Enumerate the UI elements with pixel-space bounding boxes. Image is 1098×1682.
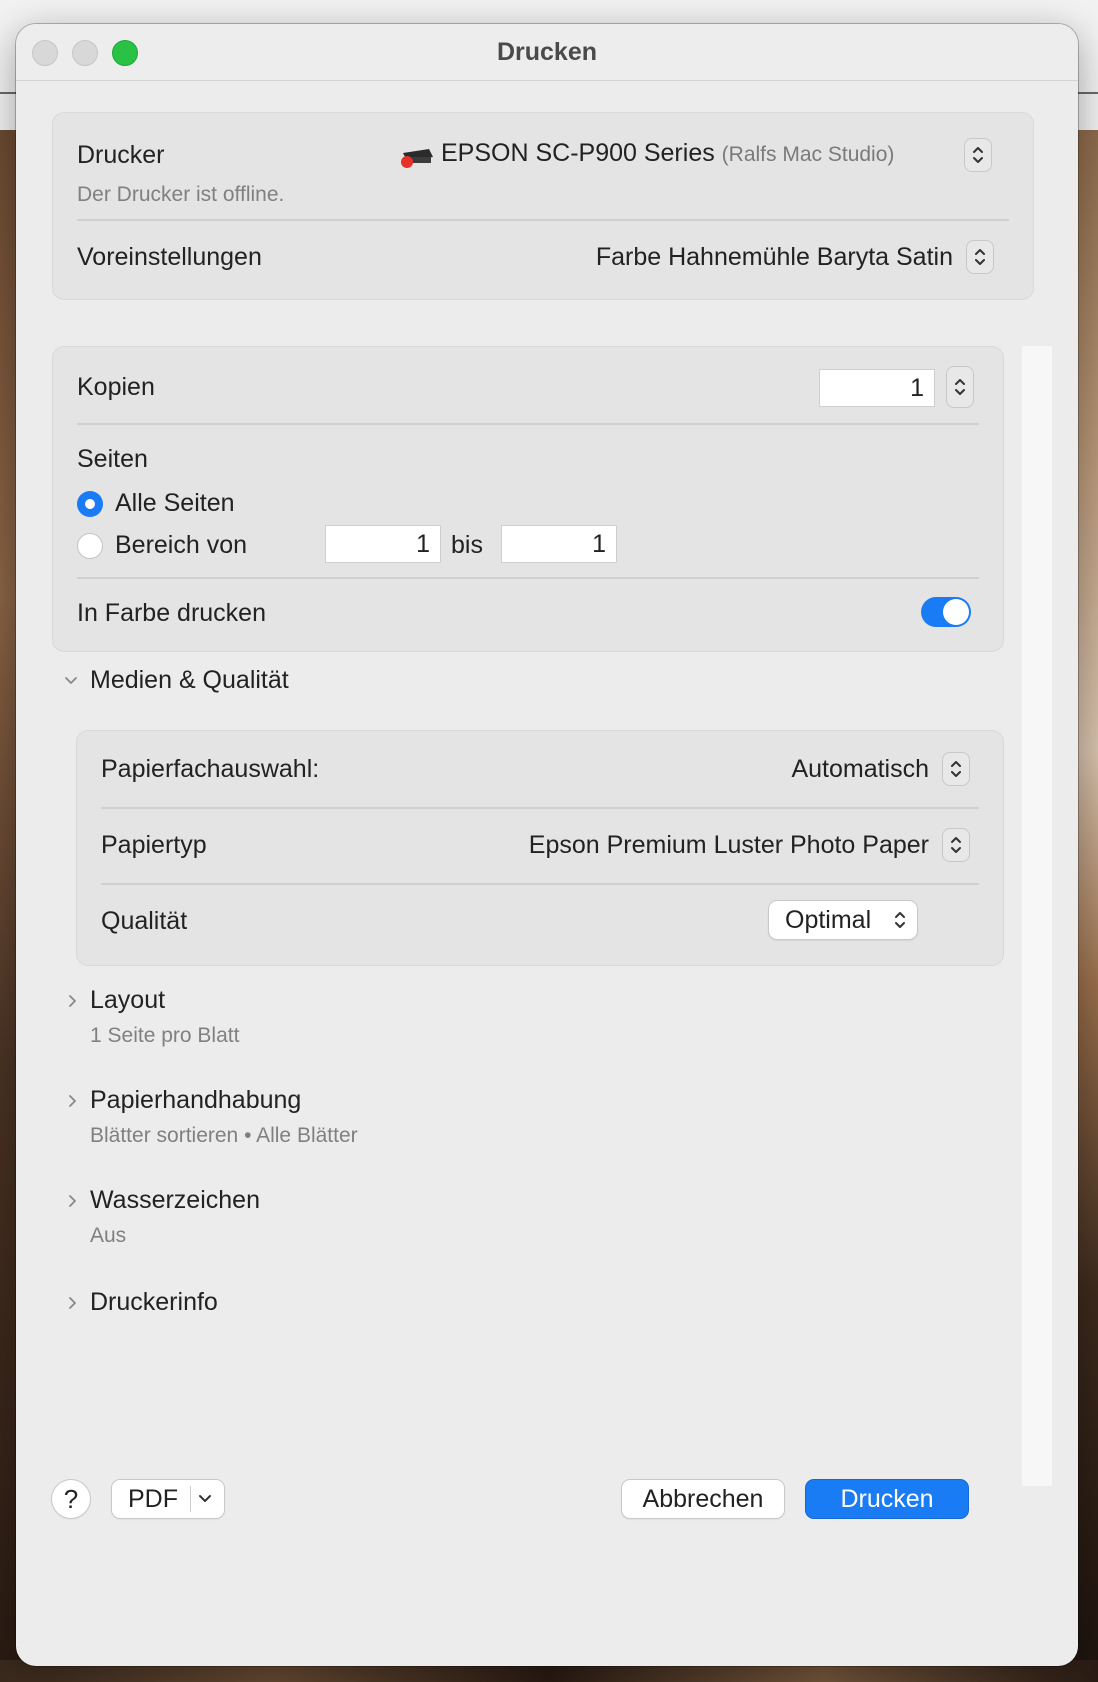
watermark-disclosure[interactable]: Wasserzeichen Aus: [62, 1186, 562, 1256]
print-dialog: Drucken Drucker EPSON SC-P900 Series (Ra…: [16, 24, 1078, 1666]
paper-type-selector[interactable]: Epson Premium Luster Photo Paper: [377, 825, 973, 865]
quality-value: Optimal: [785, 906, 872, 934]
chevron-down-icon: [199, 1495, 211, 1502]
chevron-right-icon: [69, 995, 76, 1007]
pages-label: Seiten: [77, 445, 148, 473]
layout-title: Layout: [90, 986, 166, 1014]
printer-card: Drucker EPSON SC-P900 Series (Ralfs Mac …: [52, 112, 1034, 300]
paper-handling-title: Papierhandhabung: [90, 1086, 302, 1114]
media-quality-title: Medien & Qualität: [90, 666, 289, 694]
page-range-radio[interactable]: [77, 533, 103, 559]
paper-type-popup-arrows-icon: [943, 829, 969, 861]
range-from-input[interactable]: [325, 525, 441, 563]
paper-tray-selector[interactable]: Automatisch: [637, 749, 973, 789]
quality-label: Qualität: [101, 907, 188, 935]
chevron-right-icon: [69, 1297, 76, 1309]
presets-selector[interactable]: Farbe Hahnemühle Baryta Satin: [533, 237, 997, 277]
divider: [77, 423, 979, 425]
paper-tray-popup-arrows-icon: [943, 753, 969, 785]
copies-stepper[interactable]: [947, 367, 973, 407]
watermark-title: Wasserzeichen: [90, 1186, 260, 1214]
paper-tray-label: Papierfachauswahl:: [101, 755, 320, 783]
quality-popup-button[interactable]: Optimal: [769, 901, 917, 939]
divider: [101, 807, 979, 809]
watermark-summary: Aus: [90, 1224, 127, 1247]
print-button[interactable]: Drucken: [806, 1480, 968, 1518]
paper-handling-disclosure[interactable]: Papierhandhabung Blätter sortieren • All…: [62, 1086, 562, 1156]
all-pages-label: Alle Seiten: [115, 489, 235, 517]
paper-type-value: Epson Premium Luster Photo Paper: [528, 831, 929, 859]
layout-summary: 1 Seite pro Blatt: [90, 1024, 240, 1047]
divider: [101, 883, 979, 885]
printer-info-title: Druckerinfo: [90, 1288, 218, 1316]
range-to-input[interactable]: [501, 525, 617, 563]
window-title: Drucken: [496, 38, 598, 66]
printer-host: (Ralfs Mac Studio): [721, 143, 895, 166]
chevron-right-icon: [69, 1195, 76, 1207]
range-to-label: bis: [451, 531, 483, 559]
popup-arrows-icon: [895, 912, 905, 928]
printer-name: EPSON SC-P900 Series: [441, 139, 715, 167]
printer-status: Der Drucker ist offline.: [77, 183, 285, 206]
printer-selector[interactable]: EPSON SC-P900 Series (Ralfs Mac Studio): [399, 135, 997, 175]
pdf-menu-button[interactable]: PDF: [112, 1480, 224, 1518]
presets-value: Farbe Hahnemühle Baryta Satin: [595, 243, 953, 271]
presets-label: Voreinstellungen: [77, 243, 262, 271]
pdf-label: PDF: [128, 1485, 178, 1513]
chevron-down-icon: [65, 677, 77, 684]
printer-icon: [399, 143, 435, 169]
print-in-color-toggle[interactable]: [921, 597, 971, 627]
title-bar: Drucken: [16, 24, 1078, 81]
print-in-color-label: In Farbe drucken: [77, 599, 266, 627]
layout-disclosure[interactable]: Layout 1 Seite pro Blatt: [62, 986, 562, 1056]
paper-tray-value: Automatisch: [791, 755, 929, 783]
divider: [190, 1486, 191, 1512]
cancel-button[interactable]: Abbrechen: [622, 1480, 784, 1518]
printer-popup-arrows-icon: [965, 139, 991, 171]
all-pages-radio[interactable]: [77, 491, 103, 517]
copies-label: Kopien: [77, 373, 155, 401]
printer-label: Drucker: [77, 141, 165, 169]
paper-type-label: Papiertyp: [101, 831, 207, 859]
media-quality-card: Papierfachauswahl: Automatisch Papiertyp…: [76, 730, 1004, 966]
divider: [77, 577, 979, 579]
divider: [77, 219, 1009, 221]
printer-info-disclosure[interactable]: Druckerinfo: [62, 1288, 562, 1328]
chevron-right-icon: [69, 1095, 76, 1107]
presets-popup-arrows-icon: [967, 241, 993, 273]
copies-input[interactable]: [819, 369, 935, 407]
copies-pages-card: Kopien Seiten Alle Seiten Bereich von bi…: [52, 346, 1004, 652]
page-range-label: Bereich von: [115, 531, 248, 559]
media-quality-disclosure[interactable]: Medien & Qualität: [62, 664, 462, 698]
paper-handling-summary: Blätter sortieren • Alle Blätter: [90, 1124, 358, 1147]
scrollbar-track[interactable]: [1022, 346, 1052, 1486]
help-button[interactable]: ?: [52, 1480, 90, 1518]
